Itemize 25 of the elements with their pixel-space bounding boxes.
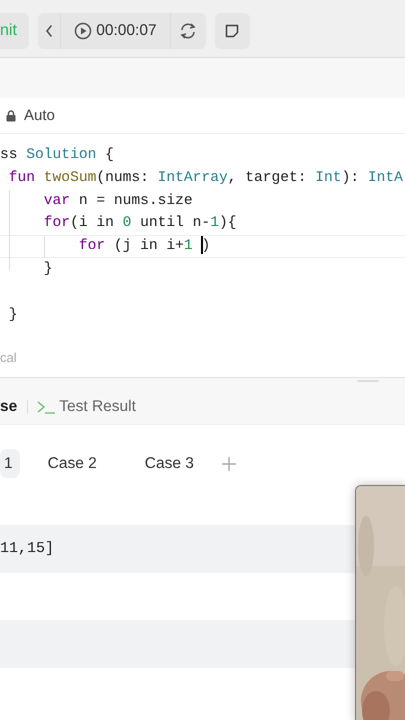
timer-text: 00:00:07 — [96, 22, 157, 40]
lock-icon — [6, 110, 16, 122]
code-line: ss Solution { — [0, 147, 114, 163]
code-line: for (j in i+1 ) — [78, 238, 210, 254]
case-tab[interactable]: 1 — [0, 449, 20, 478]
code-line: fun twoSum(nums: IntArray, target: Int): IntA — [8, 170, 403, 186]
play-circle-icon — [74, 22, 92, 40]
code-line: } — [42, 260, 53, 277]
terminal-icon — [36, 400, 56, 414]
plus-icon — [222, 456, 236, 470]
code-line: } — [8, 306, 18, 323]
case-tab[interactable]: Case 2 — [24, 449, 121, 478]
note-icon — [224, 22, 240, 38]
input-field[interactable]: 11,15] — [0, 525, 355, 573]
panel-tab[interactable]: se — [0, 392, 22, 422]
input-field[interactable] — [0, 620, 355, 668]
panel-tab[interactable]: Test Result — [36, 392, 140, 422]
chevron-left-icon — [44, 24, 53, 38]
case-tab[interactable]: Case 3 — [120, 449, 218, 478]
mode-label: Auto — [24, 107, 55, 124]
status-text: cal — [0, 350, 17, 365]
code-line: var n = nums.size — [42, 192, 193, 209]
note-button[interactable] — [214, 12, 250, 48]
refresh-icon — [178, 22, 198, 40]
code-line: for(i in 0 until n-1){ — [42, 215, 236, 232]
